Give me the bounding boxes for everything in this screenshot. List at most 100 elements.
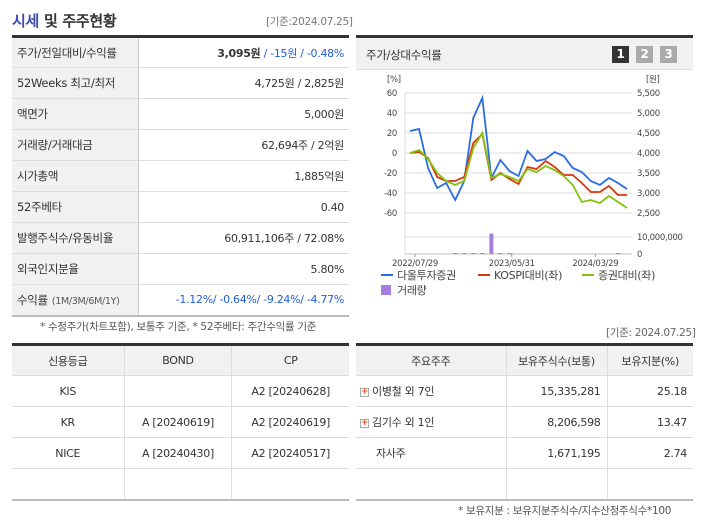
header-row: 신용등급 BOND CP <box>12 344 349 376</box>
chart-title: 주가/상대수익률 <box>366 48 442 62</box>
chart-page-2-button[interactable]: 2 <box>636 46 653 63</box>
value-text: 5,000원 <box>304 108 344 121</box>
value-text: 4,725원 / 2,825원 <box>254 77 345 90</box>
major-holders-table: 주요주주 보유주식수(보통) 보유지분(%) + 이병철 외 7인 15,335,281 2… <box>356 343 693 501</box>
holder-shares: 15,335,281 <box>506 375 608 407</box>
quote-value: 4,725원 / 2,825원 <box>138 67 349 99</box>
legend-label: KOSPI대비(좌) <box>494 269 562 282</box>
label-text: 수익률 <box>17 292 48 307</box>
table-cell: A2 [20240517] <box>231 437 349 469</box>
section-title: 시세 및 주주현황 <box>12 12 117 30</box>
right-tick-label: 4,000 <box>637 149 660 159</box>
header-row: 주요주주 보유주식수(보통) 보유지분(%) <box>356 344 693 376</box>
table-cell: A [20240619] <box>124 406 233 438</box>
quote-value: 5,000원 <box>138 98 349 130</box>
relative-return-chart: 60 5,500 40 5,000 20 4,500 0 4,000 -20 3,500 -40 3,… <box>381 75 683 297</box>
holder-name-text: 이병철 외 7인 <box>372 385 435 398</box>
quote-label: 시가총액 <box>12 160 139 192</box>
left-unit: [%] <box>387 75 401 85</box>
quote-row: 52Weeks 최고/최저 4,725원 / 2,825원 <box>12 67 349 99</box>
quote-value: 5.80% <box>138 253 349 285</box>
quote-value: -1.12%/ -0.64%/ -9.24%/ -4.77% <box>138 284 349 316</box>
left-tick-label: -20 <box>384 169 397 179</box>
quote-label: 52Weeks 최고/최저 <box>12 67 139 99</box>
legend-label: 다올투자증권 <box>397 269 456 282</box>
value-text: 62,694주 / 2억원 <box>261 139 344 152</box>
series-line-2 <box>409 130 628 209</box>
chart-page-1-button[interactable]: 1 <box>612 46 629 63</box>
quote-row: 외국인지분율 5.80% <box>12 253 349 285</box>
quote-label: 수익률 (1M/3M/6M/1Y) <box>12 284 139 316</box>
right-tick-label: 3,000 <box>637 189 660 199</box>
table-cell: A2 [20240619] <box>231 406 349 438</box>
holder-shares: 8,206,598 <box>506 406 608 438</box>
right-unit: [원] <box>646 75 660 85</box>
value-text: 60,911,106주 / 72.08% <box>224 232 344 245</box>
table-row <box>356 468 693 500</box>
expand-plus-icon[interactable]: + <box>360 387 369 397</box>
chart-page-3-button[interactable]: 3 <box>660 46 677 63</box>
left-tick-label: -60 <box>384 209 397 219</box>
quote-note: * 수정주가(차트포함), 보통주 기준, * 52주베타: 주간수익률 기준 <box>40 321 317 333</box>
table-cell: NICE <box>12 437 125 469</box>
volume-bar <box>480 253 485 254</box>
holder-name[interactable]: + 이병철 외 7인 <box>356 375 507 407</box>
label-sub: (1M/3M/6M/1Y) <box>51 295 120 307</box>
column-header: 주요주주 <box>356 344 507 376</box>
x-tick-label: 2024/03/29 <box>572 259 618 269</box>
label-text: 52주베타 <box>17 200 62 214</box>
quote-row: 수익률 (1M/3M/6M/1Y) -1.12%/ -0.64%/ -9.24%/ … <box>12 284 349 316</box>
volume-bar <box>615 253 620 254</box>
left-tick-label: 20 <box>387 129 397 139</box>
table-cell <box>124 468 233 500</box>
table-row <box>12 468 349 500</box>
volume-bar <box>489 233 494 254</box>
chart-panel: 주가/상대수익률 1 2 3 60 5,500 40 5,000 20 4,500 0 4,0… <box>356 35 693 312</box>
base-date: [기준:2024.07.25] <box>266 16 353 28</box>
table-cell: A [20240430] <box>124 437 233 469</box>
label-text: 외국인지분율 <box>17 262 79 276</box>
label-text: 52Weeks 최고/최저 <box>17 76 116 90</box>
holder-name[interactable]: + 김기수 외 1인 <box>356 406 507 438</box>
holder-pct: 2.74 <box>607 437 693 469</box>
column-header: BOND <box>124 344 233 376</box>
table-cell <box>231 468 349 500</box>
label-text: 액면가 <box>17 107 48 121</box>
label-text: 시가총액 <box>17 169 59 183</box>
table-row: NICE A [20240430] A2 [20240517] <box>12 437 349 469</box>
value-text: -1.12%/ -0.64%/ -9.24%/ -4.77% <box>175 293 345 307</box>
label-text: 발행주식수/유동비율 <box>17 231 114 245</box>
quote-value: 1,885억원 <box>138 160 349 192</box>
quote-label: 액면가 <box>12 98 139 130</box>
quote-label: 거래량/거래대금 <box>12 129 139 161</box>
right-tick-label: 4,500 <box>637 129 660 139</box>
holders-note: * 보유지분 : 보유지분주식수/지수산정주식수*100 <box>458 505 672 517</box>
quote-value: 60,911,106주 / 72.08% <box>138 222 349 254</box>
left-tick-label: 60 <box>387 89 397 99</box>
table-row: + 이병철 외 7인 15,335,281 25.18 <box>356 375 693 407</box>
holder-name-text: 김기수 외 1인 <box>372 416 435 429</box>
quote-row: 액면가 5,000원 <box>12 98 349 130</box>
quote-row: 52주베타 0.40 <box>12 191 349 223</box>
table-row: KIS A2 [20240628] <box>12 375 349 407</box>
left-tick-label: -40 <box>384 189 397 199</box>
quote-value: 3,095원 / -15원 / -0.48% <box>138 36 349 68</box>
table-cell: KIS <box>12 375 125 407</box>
table-cell: KR <box>12 406 125 438</box>
holder-shares: 1,671,195 <box>506 437 608 469</box>
quote-label: 발행주식수/유동비율 <box>12 222 139 254</box>
expand-plus-icon[interactable]: + <box>360 418 369 428</box>
quote-table: 주가/전일대비/수익률 3,095원 / -15원 / -0.48% 52Weeks… <box>12 35 349 317</box>
volume-bar <box>471 253 476 254</box>
volume-bar <box>453 253 458 254</box>
quote-row: 주가/전일대비/수익률 3,095원 / -15원 / -0.48% <box>12 36 349 68</box>
right-tick-label: 2,500 <box>637 209 660 219</box>
holder-pct <box>607 468 693 500</box>
quote-row: 발행주식수/유동비율 60,911,106주 / 72.08% <box>12 222 349 254</box>
table-row: KR A [20240619] A2 [20240619] <box>12 406 349 438</box>
credit-rating-table: 신용등급 BOND CP KIS A2 [20240628] KR A [20240619]… <box>12 343 349 501</box>
legend-label: 거래량 <box>397 284 427 297</box>
holder-name: 자사주 <box>356 437 507 469</box>
holder-name <box>356 468 507 500</box>
volume-bar <box>507 253 512 254</box>
